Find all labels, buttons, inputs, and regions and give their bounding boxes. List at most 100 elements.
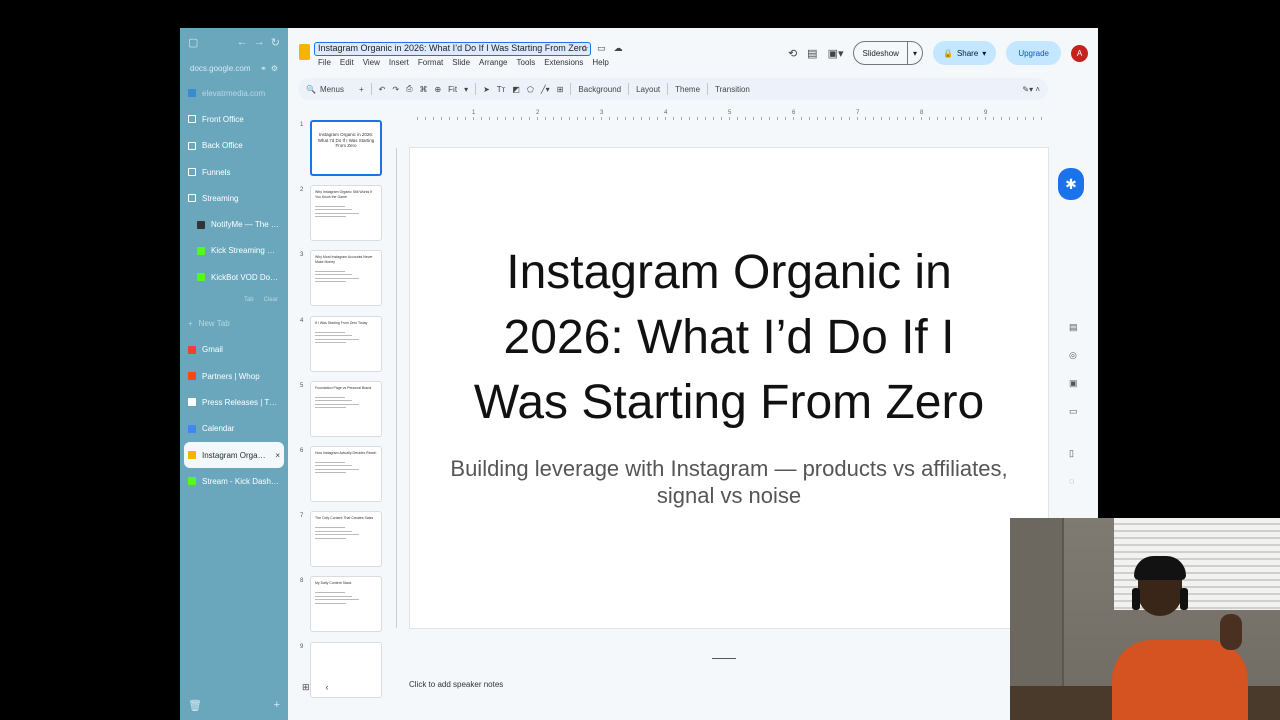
layout-button[interactable]: Layout bbox=[636, 85, 660, 94]
gemini-icon[interactable]: ✱ bbox=[1058, 168, 1084, 200]
tasks-icon[interactable]: ◎ bbox=[1069, 350, 1078, 361]
undo-icon[interactable]: ↶ bbox=[379, 85, 386, 94]
paint-format-icon[interactable]: ⌘ bbox=[419, 85, 427, 94]
transition-button[interactable]: Transition bbox=[715, 85, 750, 94]
keep-icon[interactable]: ▤ bbox=[1069, 322, 1078, 333]
share-button[interactable]: 🔒 Share ▾ bbox=[932, 41, 997, 65]
star-icon[interactable]: ☆ bbox=[581, 43, 589, 54]
menu-item-extensions[interactable]: Extensions bbox=[544, 58, 583, 67]
headphone-left bbox=[1132, 588, 1140, 610]
sidebar-toggle-icon[interactable]: ▢ bbox=[188, 36, 198, 49]
upgrade-button[interactable]: Upgrade bbox=[1006, 41, 1061, 65]
slides-logo-icon[interactable] bbox=[299, 44, 310, 60]
favicon-icon bbox=[188, 424, 196, 433]
speaker-notes[interactable]: Click to add speaker notes bbox=[409, 680, 503, 689]
drive-icon[interactable]: ▭ bbox=[1069, 406, 1078, 417]
slide-thumbnail[interactable]: Instagram Organic in 2026: What I’d Do I… bbox=[310, 120, 382, 176]
forward-arrow-icon[interactable]: → bbox=[254, 36, 265, 48]
slide-title[interactable]: Instagram Organic in 2026: What I’d Do I… bbox=[450, 240, 1008, 435]
new-tab-mini-button[interactable]: Tab bbox=[244, 297, 254, 303]
sidebar-tab[interactable]: Calendar bbox=[180, 416, 288, 442]
folder-icon bbox=[188, 168, 196, 177]
workspace-label[interactable]: elevatrmedia.com bbox=[180, 80, 288, 106]
address-bar[interactable]: docs.google.com ⚭ ⚙ bbox=[180, 56, 288, 80]
menu-item-edit[interactable]: Edit bbox=[340, 58, 354, 67]
slide-thumbnail[interactable]: Why Instagram Organic Still Works If You… bbox=[310, 185, 382, 242]
collapse-filmstrip-icon[interactable]: ‹ bbox=[326, 682, 329, 693]
settings-icon[interactable]: ⚙ bbox=[271, 64, 278, 73]
menu-item-view[interactable]: View bbox=[363, 58, 380, 67]
clear-mini-button[interactable]: Clear bbox=[264, 297, 278, 303]
sidebar-tab[interactable]: Press Releases | The Of... bbox=[180, 389, 288, 415]
new-tab-button[interactable]: + New Tab bbox=[180, 310, 288, 336]
meet-icon[interactable]: ▣▾ bbox=[828, 47, 844, 60]
slide-thumbnail[interactable]: The Only Content That Creates Sales bbox=[310, 511, 382, 568]
avatar[interactable]: A bbox=[1071, 44, 1088, 62]
history-icon[interactable]: ⟲ bbox=[788, 47, 797, 60]
slide-thumbnail[interactable]: Foundation Page vs Personal Brand bbox=[310, 380, 382, 437]
slide-canvas[interactable]: Instagram Organic in 2026: What I’d Do I… bbox=[410, 148, 1048, 628]
menu-item-help[interactable]: Help bbox=[592, 58, 608, 67]
sidebar-tab[interactable]: Partners | Whop bbox=[180, 363, 288, 389]
sidebar-item[interactable]: Back Office bbox=[180, 133, 288, 159]
link-icon[interactable]: ⚭ bbox=[260, 64, 267, 73]
redo-icon[interactable]: ↷ bbox=[392, 85, 399, 94]
sidebar-tab[interactable]: Stream - Kick Dashboard bbox=[180, 468, 288, 494]
select-cursor-icon[interactable]: ➤ bbox=[483, 85, 490, 94]
sidebar-item[interactable]: Funnels bbox=[180, 159, 288, 185]
slide-thumbnail[interactable]: My Daily Content Stack bbox=[310, 576, 382, 633]
calendar-icon[interactable]: ▣ bbox=[1069, 378, 1078, 389]
sidebar-item[interactable]: Front Office bbox=[180, 106, 288, 132]
sidebar-tab[interactable]: Gmail bbox=[180, 337, 288, 363]
addons-icon[interactable]: ◌ bbox=[1069, 476, 1078, 486]
slide-subtitle[interactable]: Building leverage with Instagram — produ… bbox=[450, 455, 1008, 509]
shape-icon[interactable]: ⬠ bbox=[527, 85, 534, 94]
reload-icon[interactable]: ↻ bbox=[271, 36, 280, 49]
move-folder-icon[interactable]: ▭ bbox=[597, 43, 606, 54]
sidebar-item[interactable]: Streaming bbox=[180, 185, 288, 211]
maps-icon[interactable]: ▯ bbox=[1069, 448, 1078, 459]
plus-icon: + bbox=[188, 319, 193, 329]
zoom-dropdown-icon[interactable]: ▾ bbox=[464, 85, 468, 94]
new-slide-icon[interactable]: + bbox=[359, 85, 364, 94]
trash-icon[interactable]: 🗑 bbox=[188, 699, 202, 712]
theme-button[interactable]: Theme bbox=[675, 85, 700, 94]
zoom-select[interactable]: Fit bbox=[448, 85, 457, 94]
sidebar-item[interactable]: NotifyMe — The Label bbox=[180, 211, 288, 237]
background-button[interactable]: Background bbox=[578, 85, 621, 94]
pen-tool-icon[interactable]: ✎▾ ˄ bbox=[1022, 85, 1040, 94]
menu-item-arrange[interactable]: Arrange bbox=[479, 58, 507, 67]
search-menus[interactable]: 🔍 Menus bbox=[306, 85, 344, 94]
menu-item-format[interactable]: Format bbox=[418, 58, 443, 67]
slide-thumbnail[interactable]: If I Was Starting From Zero Today bbox=[310, 315, 382, 372]
slide-number: 8 bbox=[300, 578, 304, 585]
document-title-input[interactable]: Instagram Organic in 2026: What I’d Do I… bbox=[314, 42, 591, 56]
sidebar-item[interactable]: Kick Streaming Platf... bbox=[180, 238, 288, 264]
slide-thumbnail[interactable]: How Instagram Actually Decides Reach bbox=[310, 445, 382, 502]
slideshow-dropdown-icon[interactable]: ▾ bbox=[906, 42, 922, 64]
menu-item-file[interactable]: File bbox=[318, 58, 331, 67]
slide-thumbnail[interactable]: Why Most Instagram Accounts Never Make M… bbox=[310, 250, 382, 307]
zoom-icon[interactable]: ⊕ bbox=[434, 85, 441, 94]
close-tab-icon[interactable]: × bbox=[275, 451, 280, 460]
favicon-icon bbox=[197, 273, 205, 282]
comments-icon[interactable]: ▤ bbox=[807, 47, 817, 60]
sidebar-tab[interactable]: Instagram Organic i... × bbox=[184, 441, 284, 469]
grid-view-icon[interactable]: ⊞ bbox=[302, 682, 310, 693]
print-icon[interactable]: ⎙ bbox=[406, 84, 412, 94]
notes-resize-handle[interactable] bbox=[712, 658, 736, 659]
menu-item-tools[interactable]: Tools bbox=[517, 58, 536, 67]
menu-item-insert[interactable]: Insert bbox=[389, 58, 409, 67]
add-icon[interactable]: + bbox=[274, 699, 280, 712]
image-icon[interactable]: ◩ bbox=[512, 85, 520, 94]
line-icon[interactable]: ╱▾ bbox=[541, 85, 550, 94]
cloud-status-icon[interactable]: ☁ bbox=[614, 43, 623, 54]
sidebar-item[interactable]: KickBot VOD Downlo... bbox=[180, 264, 288, 290]
comment-add-icon[interactable]: ⊞ bbox=[557, 85, 564, 94]
menu-item-slide[interactable]: Slide bbox=[452, 58, 470, 67]
text-box-icon[interactable]: Tт bbox=[497, 85, 506, 94]
back-arrow-icon[interactable]: ← bbox=[237, 36, 248, 48]
slideshow-button[interactable]: Slideshow ▾ bbox=[853, 41, 923, 65]
favicon-icon bbox=[188, 477, 196, 486]
slide-thumbnail-row: 8 My Daily Content Stack bbox=[296, 572, 386, 637]
